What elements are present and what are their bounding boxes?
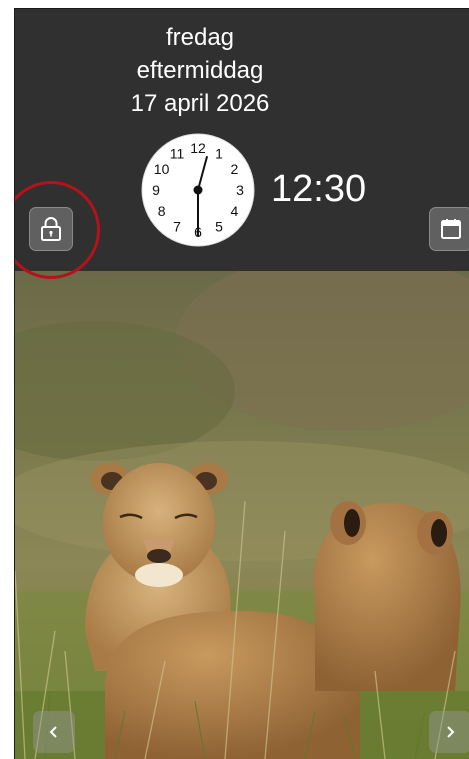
- clock-center: [193, 185, 203, 195]
- analog-clock: 121234567891011: [141, 133, 255, 247]
- clock-number-11: 11: [170, 146, 185, 162]
- clock-number-4: 4: [231, 203, 239, 219]
- calendar-button[interactable]: [429, 207, 469, 251]
- clock-number-7: 7: [173, 218, 181, 234]
- chevron-left-icon: [49, 726, 57, 738]
- clock-number-12: 12: [190, 140, 206, 156]
- clock-number-3: 3: [236, 182, 244, 198]
- device-screen: fredag eftermiddag 17 april 2026 12 1 2 3 4 5…: [14, 8, 469, 759]
- clock-number-2: 2: [231, 161, 239, 177]
- date-label: 17 april 2026: [130, 90, 270, 117]
- clock-number-10: 10: [154, 161, 170, 177]
- lions-photo: [15, 271, 469, 759]
- previous-button[interactable]: [33, 711, 75, 753]
- clock-number-1: 1: [215, 146, 223, 162]
- daypart-label: eftermiddag: [136, 57, 264, 84]
- chevron-right-icon: [447, 726, 455, 738]
- clock-number-5: 5: [215, 218, 223, 234]
- header-panel: fredag eftermiddag 17 april 2026 12 1 2 3 4 5…: [15, 9, 469, 271]
- clock-number-8: 8: [158, 203, 166, 219]
- digital-time: 12:30: [271, 168, 367, 210]
- next-button[interactable]: [429, 711, 469, 753]
- lock-button[interactable]: [29, 207, 73, 251]
- clock-number-9: 9: [152, 182, 160, 198]
- calendar-icon: [441, 219, 461, 239]
- weekday-label: fredag: [165, 24, 235, 51]
- lock-icon: [41, 217, 61, 241]
